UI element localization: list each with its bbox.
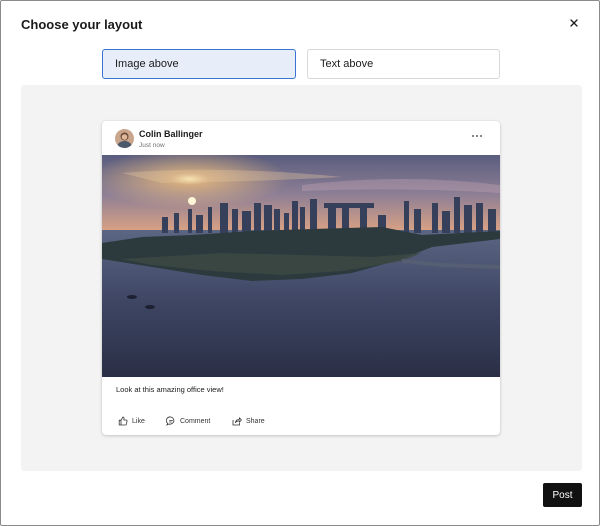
- comment-button[interactable]: Comment: [166, 414, 210, 428]
- share-label: Share: [246, 417, 265, 425]
- post-button[interactable]: Post: [543, 483, 582, 507]
- like-label: Like: [132, 417, 145, 425]
- layout-option-label: Text above: [320, 58, 374, 70]
- dialog-title: Choose your layout: [21, 17, 143, 32]
- post-timestamp: Just now: [139, 142, 165, 149]
- like-button[interactable]: Like: [118, 414, 145, 428]
- share-icon: [232, 417, 242, 426]
- more-icon: [472, 135, 482, 137]
- share-button[interactable]: Share: [232, 414, 265, 428]
- close-button[interactable]: [564, 13, 584, 33]
- post-image: [102, 155, 500, 377]
- like-icon: [118, 416, 128, 426]
- comment-label: Comment: [180, 417, 211, 425]
- layout-option-image-above[interactable]: Image above: [102, 49, 296, 79]
- post-caption: Look at this amazing office view!: [116, 385, 224, 394]
- close-icon: [570, 19, 578, 27]
- avatar: [115, 129, 134, 148]
- layout-option-text-above[interactable]: Text above: [307, 49, 500, 79]
- post-preview-card: Colin Ballinger Just now Look at this am…: [102, 121, 500, 435]
- comment-icon: [166, 416, 175, 426]
- layout-option-label: Image above: [115, 58, 179, 70]
- more-options-button[interactable]: [468, 129, 486, 143]
- author-name: Colin Ballinger: [139, 129, 203, 139]
- layout-dialog: Choose your layout Image above Text abov…: [0, 0, 600, 526]
